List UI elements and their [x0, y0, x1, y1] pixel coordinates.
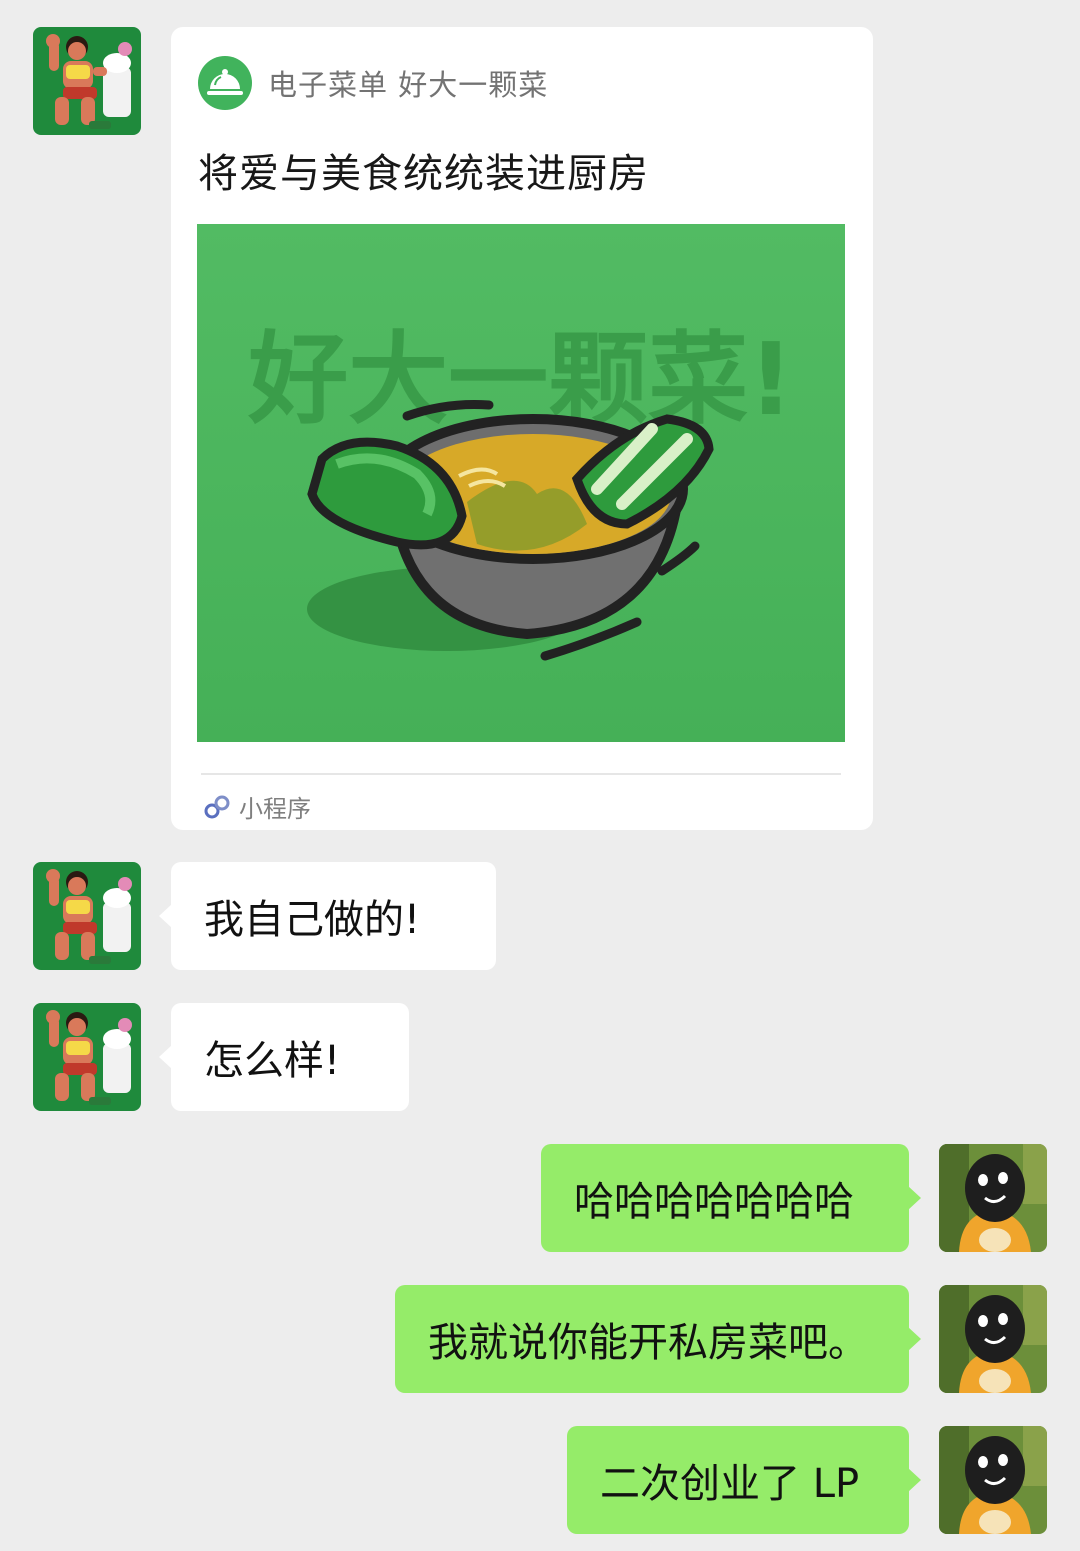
message-text: 怎么样!	[204, 1038, 341, 1084]
black-creature-avatar-icon	[939, 1426, 1047, 1534]
contact-avatar[interactable]	[33, 27, 141, 135]
mini-program-footer: 小程序	[203, 789, 311, 824]
message-bubble-incoming[interactable]: 怎么样!	[159, 1003, 409, 1111]
bodybuilder-avatar-icon	[33, 27, 141, 135]
message-text: 二次创业了 LP	[600, 1461, 860, 1507]
contact-avatar[interactable]	[33, 862, 141, 970]
bodybuilder-avatar-icon	[33, 1003, 141, 1111]
self-avatar[interactable]	[939, 1285, 1047, 1393]
self-avatar[interactable]	[939, 1426, 1047, 1534]
message-bubble-outgoing[interactable]: 哈哈哈哈哈哈哈	[541, 1144, 921, 1252]
mini-program-title: 将爱与美食统统装进厨房	[198, 151, 649, 197]
mini-program-header: 电子菜单 好大一颗菜	[198, 55, 548, 111]
chat-view: 电子菜单 好大一颗菜 将爱与美食统统装进厨房 好大一颗菜! 小程序 我自己做的!…	[0, 0, 1080, 1551]
bodybuilder-avatar-icon	[33, 862, 141, 970]
card-divider	[201, 773, 841, 775]
message-text: 我自己做的!	[204, 897, 421, 943]
mini-program-name: 电子菜单 好大一颗菜	[268, 68, 549, 102]
mini-program-label: 小程序	[239, 795, 311, 823]
self-avatar[interactable]	[939, 1144, 1047, 1252]
message-text: 哈哈哈哈哈哈哈	[574, 1179, 854, 1225]
message-bubble-outgoing[interactable]: 我就说你能开私房菜吧。	[395, 1285, 921, 1393]
black-creature-avatar-icon	[939, 1285, 1047, 1393]
cloche-icon	[198, 56, 252, 110]
mini-program-link-icon	[204, 795, 230, 818]
message-text: 我就说你能开私房菜吧。	[428, 1320, 868, 1366]
black-creature-avatar-icon	[939, 1144, 1047, 1252]
mini-program-cover: 好大一颗菜!	[197, 224, 845, 742]
message-bubble-outgoing[interactable]: 二次创业了 LP	[567, 1426, 921, 1534]
contact-avatar[interactable]	[33, 1003, 141, 1111]
mini-program-card[interactable]: 电子菜单 好大一颗菜 将爱与美食统统装进厨房 好大一颗菜! 小程序	[171, 27, 873, 830]
message-bubble-incoming[interactable]: 我自己做的!	[159, 862, 496, 970]
